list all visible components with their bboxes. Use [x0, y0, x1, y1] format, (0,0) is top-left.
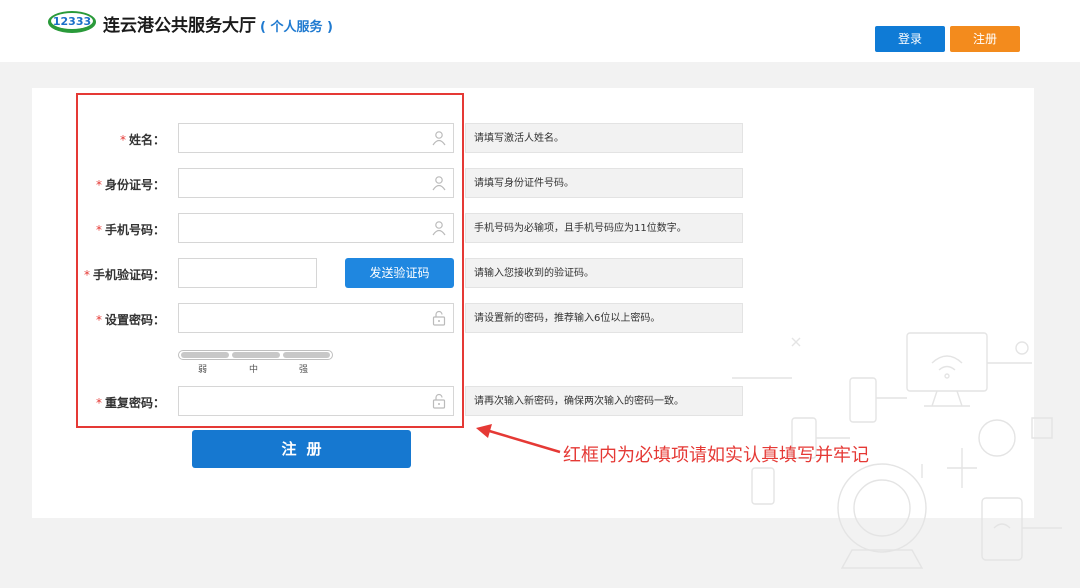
submit-register-button[interactable]: 注册 [192, 430, 411, 468]
lock-icon [432, 393, 446, 409]
user-icon [432, 131, 446, 146]
register-button[interactable]: 注册 [950, 26, 1020, 52]
strength-segment-weak [181, 352, 229, 358]
name-input[interactable] [178, 123, 454, 153]
strength-label-weak: 弱 [198, 365, 208, 375]
required-mark: * [95, 396, 102, 410]
required-mark: * [119, 133, 126, 147]
repeat-password-input-box[interactable] [179, 387, 453, 415]
strength-segment-medium [232, 352, 280, 358]
12333-logo: 12333 [48, 11, 96, 33]
password-strength-meter [178, 350, 333, 360]
id-number-input-box[interactable] [179, 169, 453, 197]
lock-icon [432, 310, 446, 326]
strength-label-strong: 强 [299, 365, 309, 375]
password-hint: 请设置新的密码，推荐输入6位以上密码。 [465, 303, 743, 333]
phone-input-box[interactable] [179, 214, 453, 242]
required-mark: * [95, 223, 102, 237]
annotation-arrow-icon [476, 424, 561, 454]
phone-label: * 手机号码： [95, 223, 165, 237]
login-button[interactable]: 登录 [875, 26, 945, 52]
name-hint: 请填写激活人姓名。 [465, 123, 743, 153]
required-mark: * [95, 313, 102, 327]
site-subtitle: ( 个人服务 ) [260, 20, 333, 35]
sms-code-input-box[interactable] [179, 259, 316, 287]
password-input-box[interactable] [179, 304, 453, 332]
user-icon [432, 176, 446, 191]
password-input[interactable] [178, 303, 454, 333]
sms-code-hint: 请输入您接收到的验证码。 [465, 258, 743, 288]
password-label: * 设置密码： [95, 313, 165, 327]
user-icon [432, 221, 446, 236]
required-mark: * [83, 268, 90, 282]
repeat-password-label: * 重复密码： [95, 396, 165, 410]
name-label: * 姓名： [119, 133, 165, 147]
id-number-hint: 请填写身份证件号码。 [465, 168, 743, 198]
sms-code-input[interactable] [178, 258, 317, 288]
id-number-input[interactable] [178, 168, 454, 198]
id-number-label: * 身份证号： [95, 178, 165, 192]
phone-input[interactable] [178, 213, 454, 243]
page-header: 12333 连云港公共服务大厅( 个人服务 ) 登录 注册 [0, 0, 1080, 62]
name-input-box[interactable] [179, 124, 453, 152]
svg-text:12333: 12333 [53, 15, 91, 28]
sms-code-label: * 手机验证码： [83, 268, 165, 282]
strength-label-medium: 中 [249, 365, 259, 375]
phone-hint: 手机号码为必输项，且手机号码应为11位数字。 [465, 213, 743, 243]
send-code-button[interactable]: 发送验证码 [345, 258, 454, 288]
repeat-password-input[interactable] [178, 386, 454, 416]
required-fields-annotation: 红框内为必填项请如实认真填写并牢记 [563, 445, 869, 466]
site-title: 连云港公共服务大厅( 个人服务 ) [103, 16, 333, 36]
repeat-password-hint: 请再次输入新密码，确保两次输入的密码一致。 [465, 386, 743, 416]
strength-segment-strong [283, 352, 330, 358]
required-mark: * [95, 178, 102, 192]
